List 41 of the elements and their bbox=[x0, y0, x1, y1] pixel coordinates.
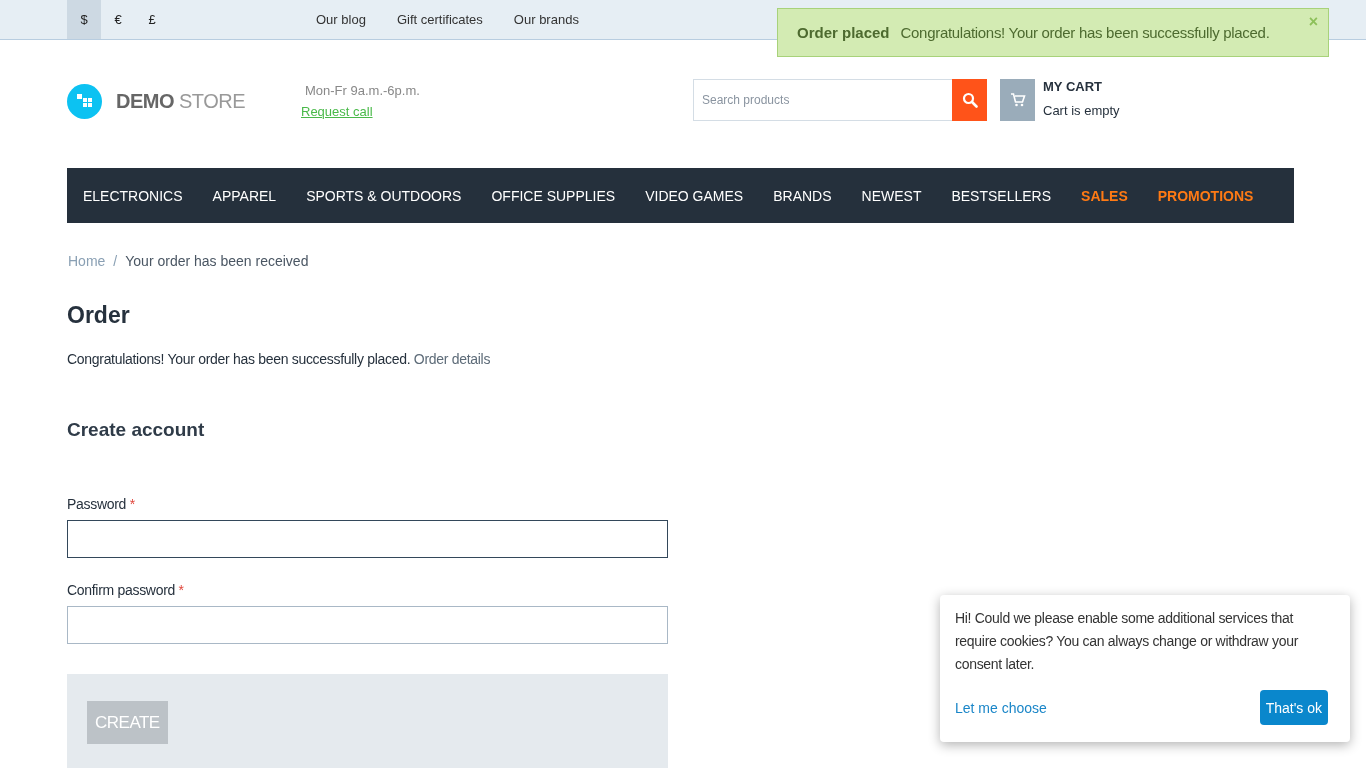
menu-item[interactable]: ELECTRONICS bbox=[83, 187, 183, 204]
opening-hours: Mon-Fr 9a.m.-6p.m. bbox=[304, 83, 421, 98]
section-title: Create account bbox=[67, 419, 206, 441]
top-link[interactable]: Our blog bbox=[316, 12, 366, 27]
top-link[interactable]: Gift certificates bbox=[396, 12, 483, 27]
menu-item[interactable]: BRANDS bbox=[773, 187, 832, 204]
password-field[interactable] bbox=[67, 520, 668, 558]
currency-option[interactable]: $ bbox=[67, 0, 101, 39]
search-field[interactable]: Search products bbox=[693, 79, 952, 121]
menu-item[interactable]: SALES bbox=[1081, 187, 1128, 204]
top-link[interactable]: Our brands bbox=[513, 12, 579, 27]
cart-button[interactable] bbox=[1000, 79, 1035, 121]
accept-button[interactable]: That's ok bbox=[1259, 690, 1328, 725]
page-title: Order bbox=[67, 302, 131, 329]
currency-option[interactable]: € bbox=[101, 0, 135, 39]
cart-status: Cart is empty bbox=[1043, 103, 1120, 118]
breadcrumb-separator: / bbox=[113, 253, 118, 269]
cookie-message: Hi! Could we please enable some additional services that require cookies? You can always change or withdraw your consent later. bbox=[955, 609, 1300, 674]
order-confirmation-text: Congratulations! Your order has been successfully placed. Order details bbox=[67, 351, 492, 367]
store-logo-text[interactable]: DEMO STORE bbox=[116, 89, 246, 113]
field-label: Password * bbox=[67, 496, 136, 512]
let-me-choose-link[interactable]: Let me choose bbox=[955, 699, 1047, 716]
search-button[interactable] bbox=[952, 79, 987, 121]
password-field[interactable] bbox=[67, 606, 668, 644]
order-details-link[interactable]: Order details bbox=[413, 351, 491, 367]
logo-icon bbox=[67, 83, 102, 119]
menu-item[interactable]: OFFICE SUPPLIES bbox=[491, 187, 616, 204]
menu-item[interactable]: APPAREL bbox=[212, 187, 277, 204]
breadcrumb-current: Your order has been received bbox=[125, 253, 309, 269]
menu-item[interactable]: NEWEST bbox=[861, 187, 922, 204]
field-label: Confirm password * bbox=[67, 582, 185, 598]
notification-title: Order placed bbox=[797, 24, 890, 41]
menu-item[interactable]: PROMOTIONS bbox=[1157, 187, 1254, 204]
notification-message: Congratulations! Your order has been successfully placed. bbox=[900, 24, 1270, 41]
search-icon bbox=[961, 92, 978, 108]
menu-item[interactable]: SPORTS & OUTDOORS bbox=[306, 187, 462, 204]
menu-item[interactable]: BESTSELLERS bbox=[951, 187, 1052, 204]
cart-icon bbox=[1009, 93, 1026, 107]
currency-option[interactable]: £ bbox=[135, 0, 169, 39]
cart-title[interactable]: MY CART bbox=[1043, 79, 1120, 94]
menu-item[interactable]: VIDEO GAMES bbox=[645, 187, 744, 204]
